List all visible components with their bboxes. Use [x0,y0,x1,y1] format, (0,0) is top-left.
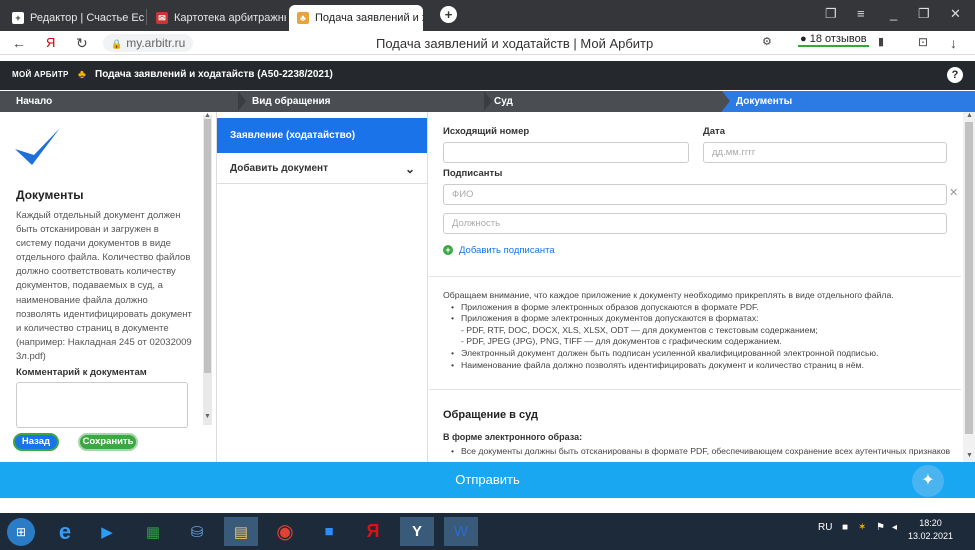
address-bar: ← Я ↻ 🔒 my.arbitr.ru Подача заявлений и х… [0,31,975,55]
app-header: МОЙ АРБИТР ♣ Подача заявлений и ходатайс… [0,61,975,90]
network-icon[interactable]: ⛁ [180,517,214,546]
reload-icon[interactable]: ↻ [76,35,88,52]
mail-icon: ✉ [156,12,168,24]
tab-card-index[interactable]: ✉ Картотека арбитражных д [148,5,286,31]
tray-star-icon[interactable]: ✶ [858,522,866,533]
yandex-icon[interactable]: Я [46,35,55,50]
step-documents[interactable]: Документы [722,91,975,112]
comment-label: Комментарий к документам [16,367,147,378]
extension-icon[interactable]: ⚙ [762,35,772,48]
add-circle-icon: + [443,245,453,255]
volume-icon[interactable]: ◂ [892,522,897,533]
comment-textarea[interactable] [16,382,188,428]
outgoing-number-label: Исходящий номер [443,126,530,137]
remove-signer-icon[interactable]: ✕ [949,186,958,199]
signer-position-input[interactable]: Должность [443,213,947,234]
menu-icon[interactable]: ≡ [857,6,865,21]
submit-button[interactable]: Отправить [0,462,975,498]
help-icon[interactable]: ? [947,67,963,83]
arbitr-icon: ♣ [297,12,309,24]
document-form: Исходящий номер Дата дд.мм.гггг Подписан… [429,112,961,462]
form-scrollbar[interactable]: ▲ ▼ [963,112,975,462]
url-field[interactable]: 🔒 my.arbitr.ru [103,34,194,52]
tab-filing[interactable]: ♣ Подача заявлений и хо ✕ [289,5,423,31]
tray-app-icon[interactable]: ■ [842,522,848,533]
add-signer-link[interactable]: + Добавить подписанта [443,245,555,256]
outgoing-number-input[interactable] [443,142,689,163]
electronic-image-item: Все документы должны быть отсканированы … [443,446,953,456]
step-court[interactable]: Суд [494,91,722,112]
yandex-browser-icon[interactable]: Y [400,517,434,546]
clock[interactable]: 18:20 13.02.2021 [908,517,953,543]
browser-tab-bar: + Редактор | Счастье Есть! | ✉ Картотека… [0,0,975,31]
documents-instructions: Каждый отдельный документ должен быть от… [16,210,192,362]
media-player-icon[interactable]: ▶ [90,517,124,546]
reviews-badge[interactable]: ● 18 отзывов [798,33,869,47]
documents-heading: Документы [16,188,84,202]
electronic-image-label: В форме электронного образа: [443,432,583,442]
signers-label: Подписанты [443,168,503,179]
document-item-petition[interactable]: Заявление (ходатайство) [217,118,427,153]
word-icon[interactable]: W [444,517,478,546]
lock-icon: 🔒 [111,39,123,49]
checkmark-icon [15,128,60,165]
bookmark-icon[interactable]: ▮ [878,35,884,48]
date-input[interactable]: дд.мм.гггг [703,142,947,163]
emblem-icon: ✦ [912,465,944,497]
plus-icon: + [12,12,24,24]
app-logo[interactable]: МОЙ АРБИТР [12,70,69,79]
chevron-down-icon: ⌄ [404,162,415,176]
minimize-icon[interactable]: _ [890,6,897,21]
excel-icon[interactable]: ▦ [136,517,170,546]
new-tab-button[interactable]: + [440,6,457,23]
save-button[interactable]: Сохранить [78,433,138,451]
restore-icon[interactable]: ❐ [918,6,930,22]
comment-icon: ● [800,33,810,45]
close-window-icon[interactable]: ✕ [950,6,961,22]
step-start[interactable]: Начало [0,91,240,112]
chrome-icon[interactable]: ◉ [268,517,302,546]
explorer-icon[interactable]: ▤ [224,517,258,546]
page-title: Подача заявлений и ходатайств | Мой Арби… [376,36,654,51]
step-appeal-type[interactable]: Вид обращения [248,91,484,112]
collections-icon[interactable]: ❐ [825,6,837,22]
start-button[interactable]: ⊞ [7,518,35,546]
document-list: Заявление (ходатайство) Добавить докумен… [216,112,428,462]
flag-icon[interactable]: ⚑ [876,522,885,533]
left-scrollbar[interactable]: ▲ ▼ [203,112,212,425]
tab-editor[interactable]: + Редактор | Счастье Есть! | [4,5,144,31]
zoom-icon[interactable]: ■ [312,517,346,546]
signer-name-input[interactable]: ФИО [443,184,947,205]
taskbar: ⊞ e ▶ ▦ ⛁ ▤ ◉ ■ Я Y W RU ■ ✶ ⚑ ◂ 18:20 1… [0,513,975,550]
yandex-taskbar-icon[interactable]: Я [356,517,390,546]
attachment-info: Обращаем внимание, что каждое приложение… [443,290,953,371]
download-icon[interactable]: ↓ [950,35,957,51]
date-label: Дата [703,126,725,137]
language-indicator[interactable]: RU [818,522,832,533]
share-icon[interactable]: ⊡ [918,35,928,49]
petition-icon: ♣ [78,67,86,81]
wizard-steps: Начало Вид обращения Суд Документы [0,91,975,112]
app-title: Подача заявлений и ходатайств (А50-2238/… [95,69,333,80]
back-button[interactable]: Назад [13,433,59,451]
ie-icon[interactable]: e [48,517,82,546]
appeal-heading: Обращение в суд [443,409,538,421]
add-document-dropdown[interactable]: Добавить документ ⌄ [217,154,427,184]
back-arrow-icon[interactable]: ← [12,35,26,51]
